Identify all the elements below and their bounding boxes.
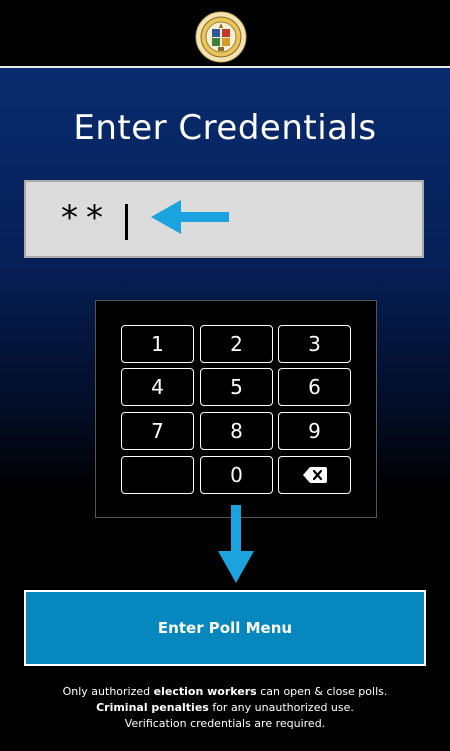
backspace-icon [302, 467, 327, 483]
key-3[interactable]: 3 [278, 325, 351, 363]
enter-poll-menu-button[interactable]: Enter Poll Menu [24, 590, 426, 666]
key-5[interactable]: 5 [200, 368, 273, 406]
key-6[interactable]: 6 [278, 368, 351, 406]
notice-line-2: Criminal penalties for any unauthorized … [96, 701, 354, 714]
credentials-field[interactable]: ** [24, 180, 424, 258]
key-1[interactable]: 1 [121, 325, 194, 363]
notice-line-1: Only authorized election workers can ope… [62, 685, 388, 698]
numeric-keypad: 1 2 3 4 5 6 7 8 9 0 [95, 300, 377, 518]
key-2[interactable]: 2 [200, 325, 273, 363]
text-caret [125, 204, 128, 240]
arrow-down-icon [218, 505, 254, 583]
masked-credentials-value: ** [61, 198, 111, 238]
authorization-notice: Only authorized election workers can ope… [0, 684, 450, 732]
backspace-key[interactable] [278, 456, 351, 494]
arrow-left-icon [151, 200, 229, 234]
key-8[interactable]: 8 [200, 412, 273, 450]
key-9[interactable]: 9 [278, 412, 351, 450]
key-7[interactable]: 7 [121, 412, 194, 450]
key-4[interactable]: 4 [121, 368, 194, 406]
key-0[interactable]: 0 [200, 456, 273, 494]
credentials-screen: Enter Credentials ** 1 2 3 4 5 6 7 8 9 0… [0, 0, 450, 751]
county-seal-icon [195, 11, 247, 63]
header-bar [0, 0, 450, 68]
page-title: Enter Credentials [73, 108, 377, 148]
notice-line-3: Verification credentials are required. [124, 717, 326, 730]
key-blank [121, 456, 194, 494]
